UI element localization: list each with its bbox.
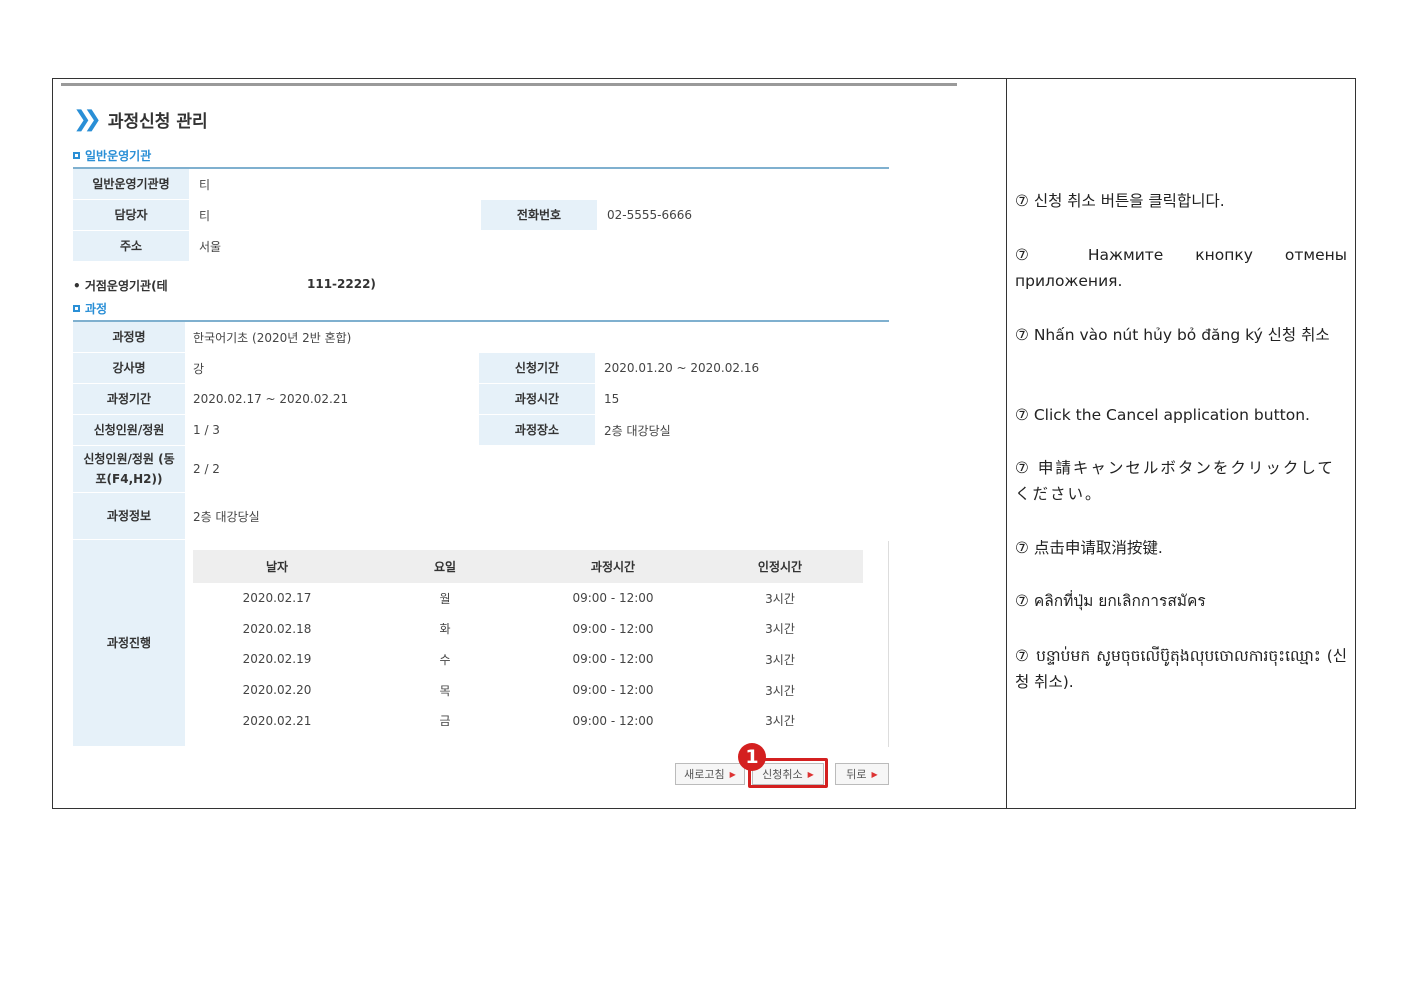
org-name-value: 티 <box>199 177 211 192</box>
cell-time: 09:00 - 12:00 <box>572 683 654 698</box>
schedule-header-row: 날자 요일 과정시간 인정시간 <box>193 550 863 583</box>
instruction-korean: ⑦ 신청 취소 버튼을 클릭합니다. <box>1015 192 1225 210</box>
cell-weekday: 월 <box>439 591 451 606</box>
table-row: 2020.02.19 수 09:00 - 12:00 3시간 <box>193 644 863 675</box>
capacity-compatriot-value: 2 / 2 <box>193 462 220 476</box>
cell-time: 09:00 - 12:00 <box>572 713 654 728</box>
capacity-compatriot-label: 신청인원/정원 (동포(F4,H2)) <box>73 446 185 492</box>
cell-date: 2020.02.19 <box>242 652 312 667</box>
cell-time: 09:00 - 12:00 <box>572 591 654 606</box>
header-course-time: 과정시간 <box>590 560 636 574</box>
capacity-value: 1 / 3 <box>193 423 220 437</box>
cell-credit: 3시간 <box>765 622 795 637</box>
cell-weekday: 목 <box>439 683 451 698</box>
instructor-value: 강 <box>193 361 205 376</box>
screenshot-panel: ❯❯ 과정신청 관리 일반운영기관 일반운영기관명 티 담당자 티 전화번호 0… <box>53 79 1006 808</box>
step-badge: 1 <box>738 743 766 771</box>
cell-date: 2020.02.20 <box>242 683 312 698</box>
course-hours-value: 15 <box>604 392 620 406</box>
cell-date: 2020.02.18 <box>242 621 312 636</box>
header-weekday: 요일 <box>433 560 457 574</box>
instruction-khmer: ⑦ បន្ទាប់មក សូមចុចលើប៊ូតុងលុបចោលការចុះឈ្… <box>1015 647 1347 691</box>
course-hours-label: 과정시간 <box>479 384 595 414</box>
column-divider <box>1006 78 1007 809</box>
instruction-russian: ⑦ Нажмите кнопку отмены приложения. <box>1015 246 1347 290</box>
refresh-button[interactable]: 새로고침 ▶ <box>675 763 745 785</box>
cell-weekday: 금 <box>439 714 451 729</box>
cell-credit: 3시간 <box>765 652 795 667</box>
instruction-vietnamese: ⑦ Nhấn vào nút hủy bỏ đăng ký 신청 취소 <box>1015 326 1330 344</box>
table-row: 2020.02.21 금 09:00 - 12:00 3시간 <box>193 705 863 736</box>
square-bullet-icon <box>73 305 80 312</box>
section-course-header: 과정 <box>73 300 107 317</box>
apply-period-label: 신청기간 <box>479 353 595 383</box>
org-manager-value: 티 <box>199 208 211 223</box>
course-period-label: 과정기간 <box>73 384 185 414</box>
org-phone-value: 02-5555-6666 <box>607 208 693 222</box>
instructor-label: 강사명 <box>73 353 185 383</box>
square-bullet-icon <box>73 152 80 159</box>
instruction-thai: ⑦ คลิกที่ปุ่ม ยกเลิกการสมัคร <box>1015 592 1206 610</box>
header-credit-time: 인정시간 <box>757 560 803 574</box>
apply-period-value: 2020.01.20 ~ 2020.02.16 <box>604 361 760 375</box>
table-row: 2020.02.20 목 09:00 - 12:00 3시간 <box>193 675 863 706</box>
back-button[interactable]: 뒤로 ▶ <box>835 763 889 785</box>
section-org-header: 일반운영기관 <box>73 147 151 164</box>
arrow-right-icon: ▶ <box>729 769 736 779</box>
page-title: ❯❯ 과정신청 관리 <box>73 107 208 132</box>
table-row: 2020.02.17 월 09:00 - 12:00 3시간 <box>193 583 863 614</box>
base-org-label: • 거점운영기관(테 <box>73 279 168 293</box>
cell-date: 2020.02.21 <box>242 713 312 728</box>
course-progress-label: 과정진행 <box>73 540 185 746</box>
instruction-english: ⑦ Click the Cancel application button. <box>1015 406 1310 424</box>
cell-time: 09:00 - 12:00 <box>572 621 654 636</box>
org-phone-label: 전화번호 <box>481 200 597 230</box>
instruction-chinese: ⑦ 点击申请取消按键. <box>1015 539 1163 557</box>
course-place-label: 과정장소 <box>479 415 595 445</box>
org-address-value: 서울 <box>199 239 222 254</box>
org-address-label: 주소 <box>73 231 189 261</box>
instruction-japanese: ⑦ 申請キャンセルボタンをクリックしてください。 <box>1015 459 1335 503</box>
course-info-label: 과정정보 <box>73 493 185 539</box>
top-rule <box>61 83 957 86</box>
cell-credit: 3시간 <box>765 591 795 606</box>
course-place-value: 2층 대강당실 <box>604 423 671 438</box>
cell-time: 09:00 - 12:00 <box>572 652 654 667</box>
cell-date: 2020.02.17 <box>242 591 312 606</box>
capacity-label: 신청인원/정원 <box>73 415 185 445</box>
org-name-label: 일반운영기관명 <box>73 169 189 199</box>
base-org-value: 111-2222) <box>307 277 376 291</box>
course-name-value: 한국어기초 (2020년 2반 혼합) <box>193 330 352 345</box>
table-row: 2020.02.18 화 09:00 - 12:00 3시간 <box>193 614 863 645</box>
header-date: 날자 <box>265 560 289 574</box>
double-chevron-icon: ❯❯ <box>73 107 102 132</box>
table-right-border <box>888 541 889 747</box>
schedule-table: 날자 요일 과정시간 인정시간 2020.02.17 월 09:00 - 12:… <box>193 550 863 736</box>
course-period-value: 2020.02.17 ~ 2020.02.21 <box>193 392 349 406</box>
org-manager-label: 담당자 <box>73 200 189 230</box>
course-name-label: 과정명 <box>73 322 185 352</box>
arrow-right-icon: ▶ <box>871 769 878 779</box>
course-info-value: 2층 대강당실 <box>193 509 260 524</box>
cell-credit: 3시간 <box>765 683 795 698</box>
cell-weekday: 수 <box>439 652 451 667</box>
cell-weekday: 화 <box>439 622 451 637</box>
section-org-rule <box>73 167 889 169</box>
cell-credit: 3시간 <box>765 714 795 729</box>
